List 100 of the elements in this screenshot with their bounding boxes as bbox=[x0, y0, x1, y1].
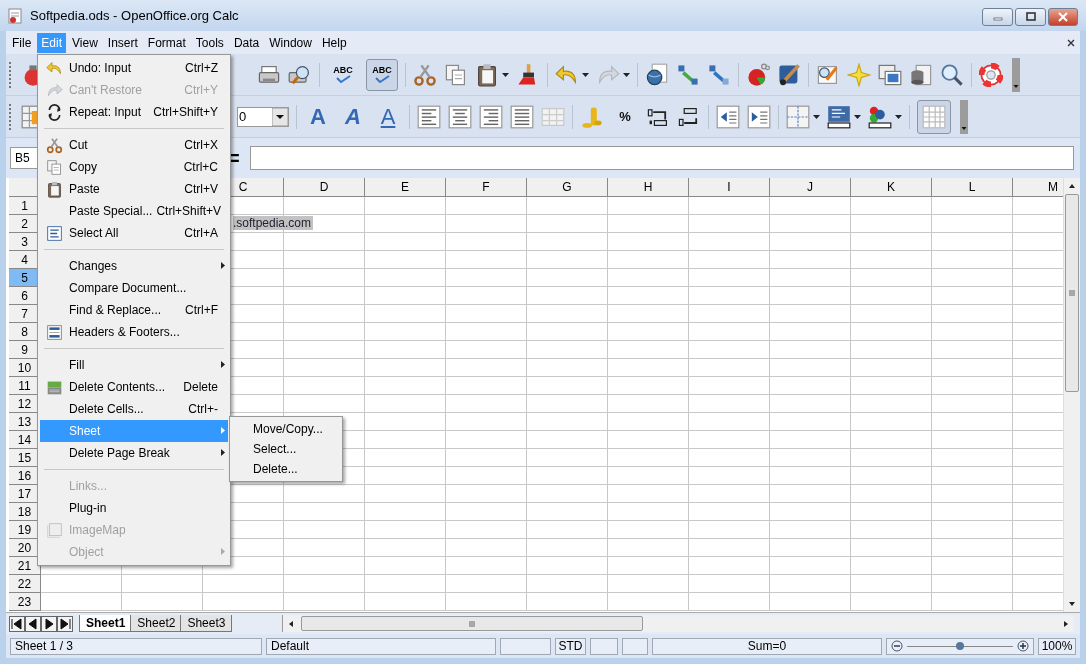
sheet-tab[interactable]: Sheet1 bbox=[79, 615, 133, 632]
column-header[interactable]: D bbox=[284, 178, 365, 197]
menu-item[interactable]: Fill bbox=[40, 354, 228, 376]
column-header[interactable]: I bbox=[689, 178, 770, 197]
scissors-icon[interactable] bbox=[413, 62, 437, 87]
row-header[interactable]: 23 bbox=[9, 593, 41, 611]
column-header[interactable]: G bbox=[527, 178, 608, 197]
formula-input[interactable] bbox=[249, 146, 1074, 170]
gridlines-button[interactable] bbox=[917, 99, 951, 134]
copy-icon[interactable] bbox=[444, 62, 468, 87]
headers-icon bbox=[46, 323, 63, 341]
menu-item[interactable]: Paste Special... Ctrl+Shift+V bbox=[40, 200, 228, 222]
menu-item[interactable]: Undo: Input Ctrl+Z bbox=[40, 57, 228, 79]
indent-decrease-icon[interactable] bbox=[716, 104, 740, 129]
column-header[interactable]: F bbox=[446, 178, 527, 197]
menu-item[interactable]: Delete Page Break bbox=[40, 442, 228, 464]
caret-icon[interactable] bbox=[582, 72, 589, 77]
menu-item[interactable]: Format bbox=[143, 32, 190, 53]
background-color-icon[interactable] bbox=[827, 104, 851, 129]
menu-item[interactable]: Changes bbox=[40, 255, 228, 277]
sort-ascending-icon[interactable] bbox=[676, 62, 700, 87]
caret-icon[interactable] bbox=[502, 72, 509, 77]
menu-item[interactable]: Select All Ctrl+A bbox=[40, 222, 228, 244]
menu-item[interactable]: Delete... bbox=[230, 459, 342, 479]
scroll-thumb[interactable] bbox=[301, 616, 644, 631]
underline-button[interactable]: A bbox=[374, 100, 402, 133]
spellcheck-button[interactable]: ABC bbox=[366, 58, 398, 91]
font-color-icon[interactable] bbox=[868, 104, 892, 129]
column-header[interactable]: J bbox=[770, 178, 851, 197]
pie-chart-icon[interactable] bbox=[746, 62, 770, 87]
sheet-nav-icon[interactable] bbox=[25, 615, 41, 632]
horizontal-scrollbar[interactable] bbox=[282, 615, 1074, 632]
column-header[interactable]: E bbox=[365, 178, 446, 197]
sheet-nav-icon[interactable] bbox=[57, 615, 73, 632]
repeat-icon bbox=[46, 103, 63, 121]
dropdown-arrow-icon[interactable] bbox=[272, 107, 288, 126]
bold-button[interactable]: A bbox=[304, 100, 332, 133]
menu-item[interactable]: Delete Cells... Ctrl+- bbox=[40, 398, 228, 420]
clipboard-icon[interactable] bbox=[475, 62, 499, 87]
indent-increase-icon[interactable] bbox=[747, 104, 771, 129]
menu-item[interactable]: Move/Copy... bbox=[230, 419, 342, 439]
spellcheck-button[interactable]: ABC bbox=[327, 58, 359, 91]
caret-icon[interactable] bbox=[813, 114, 820, 119]
column-header[interactable]: H bbox=[608, 178, 689, 197]
font-size-field[interactable]: 0 bbox=[237, 106, 289, 127]
percent-button[interactable]: % bbox=[611, 100, 639, 133]
zoom-in-icon[interactable] bbox=[1017, 640, 1029, 652]
minimize-button[interactable] bbox=[982, 8, 1013, 26]
sheet-tab[interactable]: Sheet2 bbox=[130, 615, 183, 632]
menu-item[interactable]: Insert bbox=[103, 32, 142, 53]
menu-item[interactable]: Data bbox=[229, 32, 264, 53]
status-field: Default bbox=[266, 637, 496, 655]
italic-button[interactable]: A bbox=[339, 100, 367, 133]
close-document-icon[interactable] bbox=[1066, 37, 1076, 48]
star-icon[interactable] bbox=[847, 62, 871, 87]
sheet-nav-icon[interactable] bbox=[9, 615, 25, 632]
pen-icon[interactable] bbox=[777, 62, 801, 87]
menu-item[interactable]: Repeat: Input Ctrl+Shift+Y bbox=[40, 101, 228, 123]
menu-item[interactable]: Compare Document... bbox=[40, 277, 228, 299]
menu-item[interactable]: Delete Contents... Delete bbox=[40, 376, 228, 398]
caret-icon[interactable] bbox=[854, 114, 861, 119]
menu-item[interactable]: View bbox=[68, 32, 102, 53]
database-icon[interactable] bbox=[909, 62, 933, 87]
search-icon[interactable] bbox=[940, 62, 964, 87]
align-left-icon[interactable] bbox=[417, 104, 441, 129]
lifebuoy-icon[interactable] bbox=[979, 62, 1003, 87]
status-field[interactable]: STD bbox=[555, 637, 586, 655]
submenu-arrow-icon bbox=[221, 361, 225, 368]
sheet-nav-icon[interactable] bbox=[41, 615, 57, 632]
status-field bbox=[590, 637, 618, 655]
row-header[interactable]: 21 bbox=[9, 557, 41, 575]
close-button[interactable] bbox=[1048, 8, 1078, 26]
column-header[interactable]: K bbox=[851, 178, 932, 197]
overflow-icon[interactable] bbox=[960, 99, 968, 134]
zoom-out-icon[interactable] bbox=[891, 640, 903, 652]
vertical-scrollbar[interactable] bbox=[1063, 178, 1080, 612]
menu-item[interactable]: Window bbox=[265, 32, 316, 53]
caret-icon[interactable] bbox=[895, 114, 902, 119]
sort-descending-icon[interactable] bbox=[707, 62, 731, 87]
menu-item[interactable]: Find & Replace... Ctrl+F bbox=[40, 299, 228, 321]
menu-item[interactable]: Help bbox=[317, 32, 351, 53]
menu-item[interactable]: Tools bbox=[191, 32, 228, 53]
row-header[interactable]: 22 bbox=[9, 575, 41, 593]
justify-icon[interactable] bbox=[510, 104, 534, 129]
column-header[interactable]: M bbox=[1013, 178, 1063, 197]
align-right-icon[interactable] bbox=[479, 104, 503, 129]
maximize-button[interactable] bbox=[1015, 8, 1046, 26]
align-center-icon[interactable] bbox=[448, 104, 472, 129]
column-header[interactable]: L bbox=[932, 178, 1013, 197]
sheet-tab[interactable]: Sheet3 bbox=[180, 615, 233, 632]
zoom-reading[interactable]: 100% bbox=[1038, 637, 1076, 655]
menu-item[interactable]: Plug-in bbox=[40, 497, 228, 519]
menu-item[interactable]: File bbox=[8, 32, 36, 53]
caret-icon[interactable] bbox=[623, 72, 630, 77]
globe-icon[interactable] bbox=[645, 62, 669, 87]
menu-item[interactable]: Headers & Footers... bbox=[40, 321, 228, 343]
scroll-thumb[interactable] bbox=[1065, 194, 1079, 392]
menu-item[interactable]: Select... bbox=[230, 439, 342, 459]
picture-frame-icon[interactable] bbox=[878, 62, 902, 87]
overflow-icon[interactable] bbox=[1012, 57, 1020, 92]
